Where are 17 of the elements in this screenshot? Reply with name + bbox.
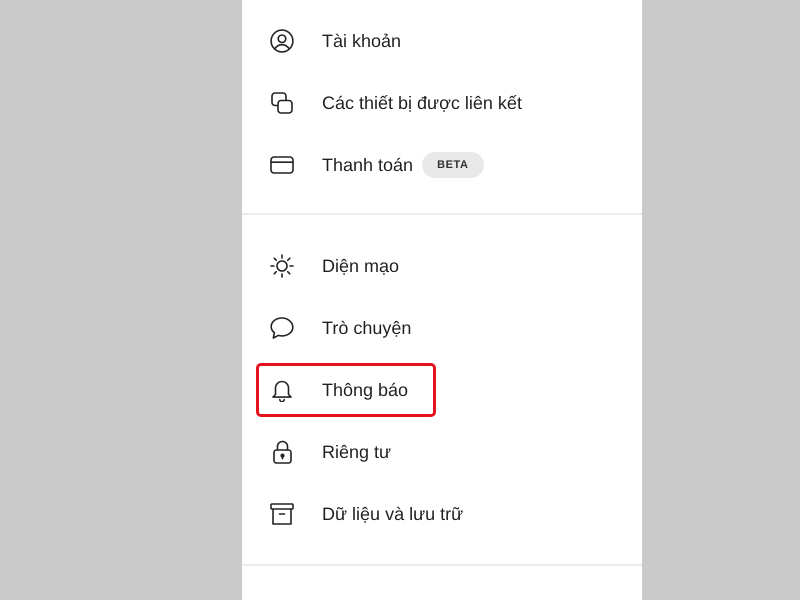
speech-bubble-icon	[270, 317, 294, 339]
menu-item[interactable]: Trò chuyện	[256, 301, 440, 355]
label-badge: BETA	[422, 152, 484, 178]
lock-icon	[272, 440, 292, 464]
sun-icon	[270, 254, 294, 278]
user-icon	[270, 29, 294, 53]
menu-item[interactable]: Thanh toán BETA	[256, 138, 512, 192]
credit-card-icon	[270, 156, 294, 174]
bell-icon	[271, 378, 293, 402]
overlapping-squares-icon	[271, 92, 293, 114]
archive-box-icon	[270, 503, 294, 525]
menu-item[interactable]: Thông báo	[256, 363, 436, 417]
menu-item[interactable]: Riêng tư	[256, 425, 420, 479]
menu-item[interactable]: Diện mạo	[256, 239, 428, 293]
menu-item[interactable]: Dữ liệu và lưu trữ	[256, 487, 492, 541]
menu-item[interactable]: Tài khoản	[256, 14, 430, 68]
menu-item[interactable]: Các thiết bị được liên kết	[256, 76, 550, 130]
